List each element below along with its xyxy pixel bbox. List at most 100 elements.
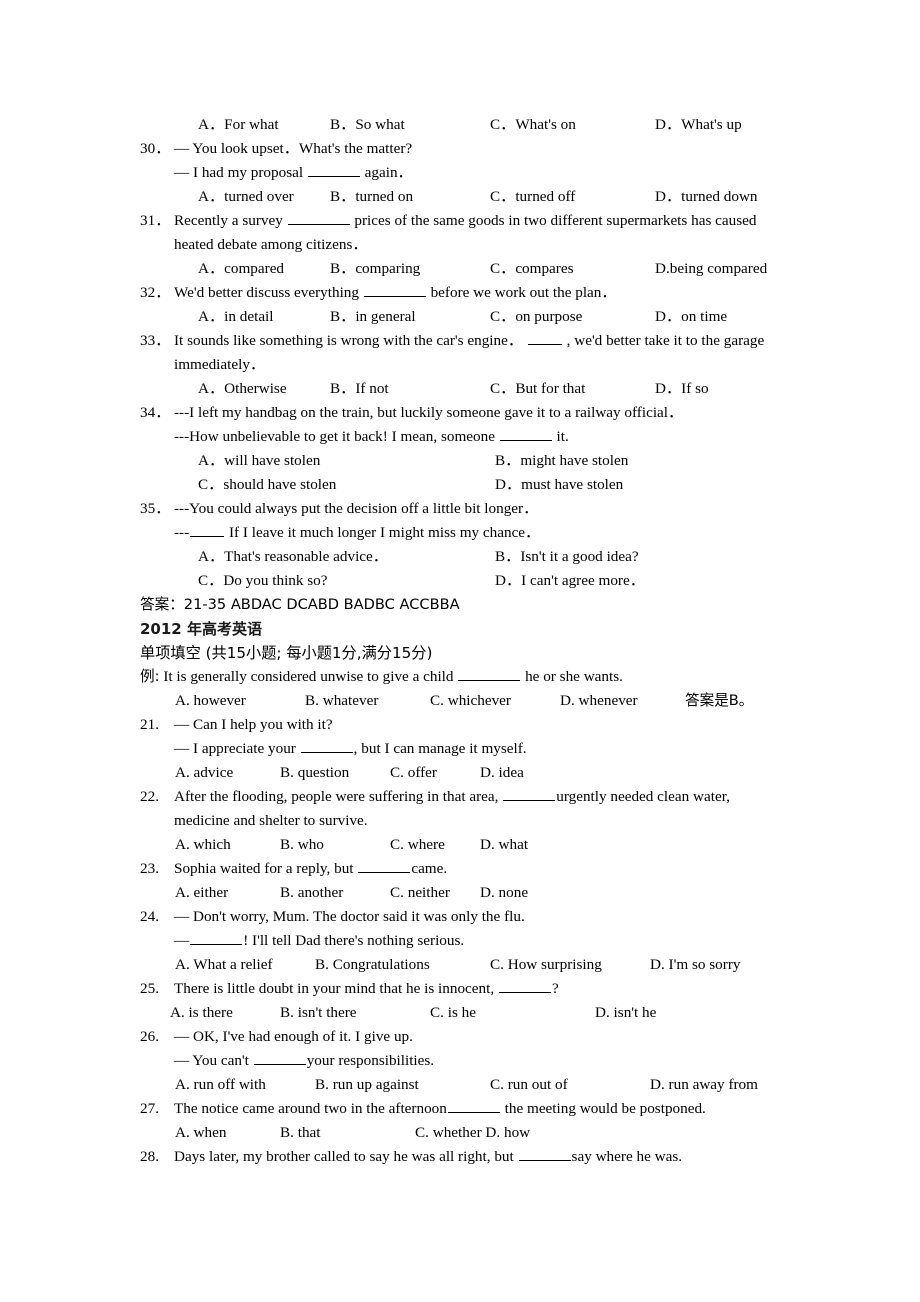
option-choice[interactable]: C．turned off — [490, 185, 575, 209]
option-choice[interactable]: C．But for that — [490, 377, 585, 401]
question-body: — I had my proposal again． — [174, 161, 413, 185]
option-choice[interactable]: D．must have stolen — [495, 473, 623, 497]
option-choice[interactable]: B．in general — [330, 305, 416, 329]
option-choice[interactable]: C．What's on — [490, 113, 576, 137]
option-choice[interactable]: A．in detail — [198, 305, 274, 329]
question-number: 30． — [140, 140, 171, 157]
answer-key-line: 答案：21-35 ABDAC DCABD BADBC ACCBBA — [140, 593, 840, 617]
option-choice[interactable]: D．What's up — [655, 113, 742, 137]
option-choice[interactable]: D. run away from — [650, 1073, 758, 1097]
option-choice[interactable]: B. who — [280, 833, 324, 857]
option-choice[interactable]: B．If not — [330, 377, 389, 401]
question-line: 27. The notice came around two in the aft… — [140, 1097, 840, 1121]
document-page: A．For what B．So what C．What's on D．What's u… — [0, 0, 920, 1302]
option-choice[interactable]: A. run off with — [175, 1073, 266, 1097]
option-choice[interactable]: A．That's reasonable advice． — [198, 545, 388, 569]
option-choice[interactable]: A．Otherwise — [198, 377, 287, 401]
question-body: immediately． — [174, 353, 265, 377]
example-option-row: A. however B. whatever C. whichever D. when… — [140, 689, 840, 713]
question-body: — Don't worry, Mum. The doctor said it w… — [174, 905, 525, 929]
answer-blank — [363, 282, 426, 297]
option-choice[interactable]: D. isn't he — [595, 1001, 656, 1025]
question-number: 34． — [140, 404, 171, 421]
option-choice[interactable]: B. question — [280, 761, 349, 785]
option-choice[interactable]: D. what — [480, 833, 528, 857]
option-choice[interactable]: D. idea — [480, 761, 524, 785]
option-choice[interactable]: C．Do you think so? — [198, 569, 328, 593]
line-text: immediately． — [174, 356, 266, 373]
line-text-post: ? — [551, 980, 559, 997]
option-row: A．compared B．comparing C．compares D.being c… — [140, 257, 840, 281]
option-choice[interactable]: A. when — [175, 1121, 226, 1145]
option-choice[interactable]: C．compares — [490, 257, 574, 281]
line-text-pre: — I appreciate your — [174, 740, 300, 757]
option-choice[interactable]: A. which — [175, 833, 231, 857]
answer-blank — [503, 786, 556, 801]
option-choice[interactable]: D．turned down — [655, 185, 758, 209]
question-number: 24. — [140, 908, 159, 925]
question-body: Recently a survey prices of the same goo… — [174, 209, 756, 233]
option-choice[interactable]: C. whether D. how — [415, 1121, 530, 1145]
question-line: 21. — Can I help you with it? — [140, 713, 840, 737]
line-text-post: , but I can manage it myself. — [353, 740, 527, 757]
option-choice[interactable]: C．on purpose — [490, 305, 582, 329]
option-row: A. either B. another C. neither D. none — [140, 881, 840, 905]
question-continuation-line: medicine and shelter to survive. — [140, 809, 840, 833]
option-choice[interactable]: B．Isn't it a good idea? — [495, 545, 639, 569]
option-choice[interactable]: C. run out of — [490, 1073, 568, 1097]
option-choice[interactable]: A. either — [175, 881, 228, 905]
line-text-pre: ---How unbelievable to get it back! I me… — [174, 428, 499, 445]
question-number: 31． — [140, 212, 171, 229]
option-choice[interactable]: B．So what — [330, 113, 405, 137]
question-body: heated debate among citizens． — [174, 233, 368, 257]
option-choice[interactable]: A. however — [175, 689, 246, 713]
option-choice[interactable]: D．on time — [655, 305, 727, 329]
option-choice[interactable]: B. Congratulations — [315, 953, 430, 977]
line-text-post: it. — [552, 428, 569, 445]
line-text-post: came. — [411, 860, 448, 877]
line-text-pre: Sophia waited for a reply, but — [174, 860, 358, 877]
option-choice[interactable]: C. is he — [430, 1001, 476, 1025]
option-choice[interactable]: A. What a relief — [175, 953, 273, 977]
line-text: ---I left my handbag on the train, but l… — [174, 404, 684, 421]
option-choice[interactable]: B. that — [280, 1121, 321, 1145]
option-choice[interactable]: D. I'm so sorry — [650, 953, 740, 977]
option-choice[interactable]: C. How surprising — [490, 953, 602, 977]
line-text-pre: We'd better discuss everything — [174, 284, 363, 301]
option-choice[interactable]: A．turned over — [198, 185, 294, 209]
option-choice[interactable]: A．compared — [198, 257, 284, 281]
answer-blank — [499, 426, 552, 441]
option-choice[interactable]: B. another — [280, 881, 343, 905]
line-text-post: If I leave it much longer I might miss m… — [225, 524, 541, 541]
answer-blank — [300, 738, 353, 753]
line-text-post: the meeting would be postponed. — [500, 1100, 706, 1117]
option-choice[interactable]: B．might have stolen — [495, 449, 628, 473]
option-choice[interactable]: C. neither — [390, 881, 450, 905]
option-choice[interactable]: A. advice — [175, 761, 233, 785]
option-choice[interactable]: A．For what — [198, 113, 279, 137]
option-choice[interactable]: D.being compared — [655, 257, 767, 281]
question-body: --- If I leave it much longer I might mi… — [174, 521, 540, 545]
option-choice[interactable]: D．If so — [655, 377, 709, 401]
question-number: 35． — [140, 500, 171, 517]
option-choice[interactable]: C. where — [390, 833, 445, 857]
option-choice[interactable]: D. none — [480, 881, 528, 905]
line-text: heated debate among citizens． — [174, 236, 368, 253]
option-choice[interactable]: C．should have stolen — [198, 473, 336, 497]
option-choice[interactable]: D. whenever — [560, 689, 638, 713]
question-body: — Can I help you with it? — [174, 713, 333, 737]
question-body: — You can't your responsibilities. — [174, 1049, 434, 1073]
option-choice[interactable]: B．comparing — [330, 257, 420, 281]
question-body: The notice came around two in the aftern… — [174, 1097, 706, 1121]
option-choice[interactable]: A．will have stolen — [198, 449, 320, 473]
line-text-pre: — — [174, 932, 190, 949]
option-choice[interactable]: B. isn't there — [280, 1001, 357, 1025]
option-choice[interactable]: B．turned on — [330, 185, 413, 209]
option-choice[interactable]: C. offer — [390, 761, 437, 785]
option-choice[interactable]: D．I can't agree more． — [495, 569, 645, 593]
option-choice[interactable]: C. whichever — [430, 689, 511, 713]
line-text: — OK, I've had enough of it. I give up. — [174, 1028, 413, 1045]
option-choice[interactable]: B. run up against — [315, 1073, 419, 1097]
option-choice[interactable]: B. whatever — [305, 689, 378, 713]
option-choice[interactable]: A. is there — [170, 1001, 233, 1025]
